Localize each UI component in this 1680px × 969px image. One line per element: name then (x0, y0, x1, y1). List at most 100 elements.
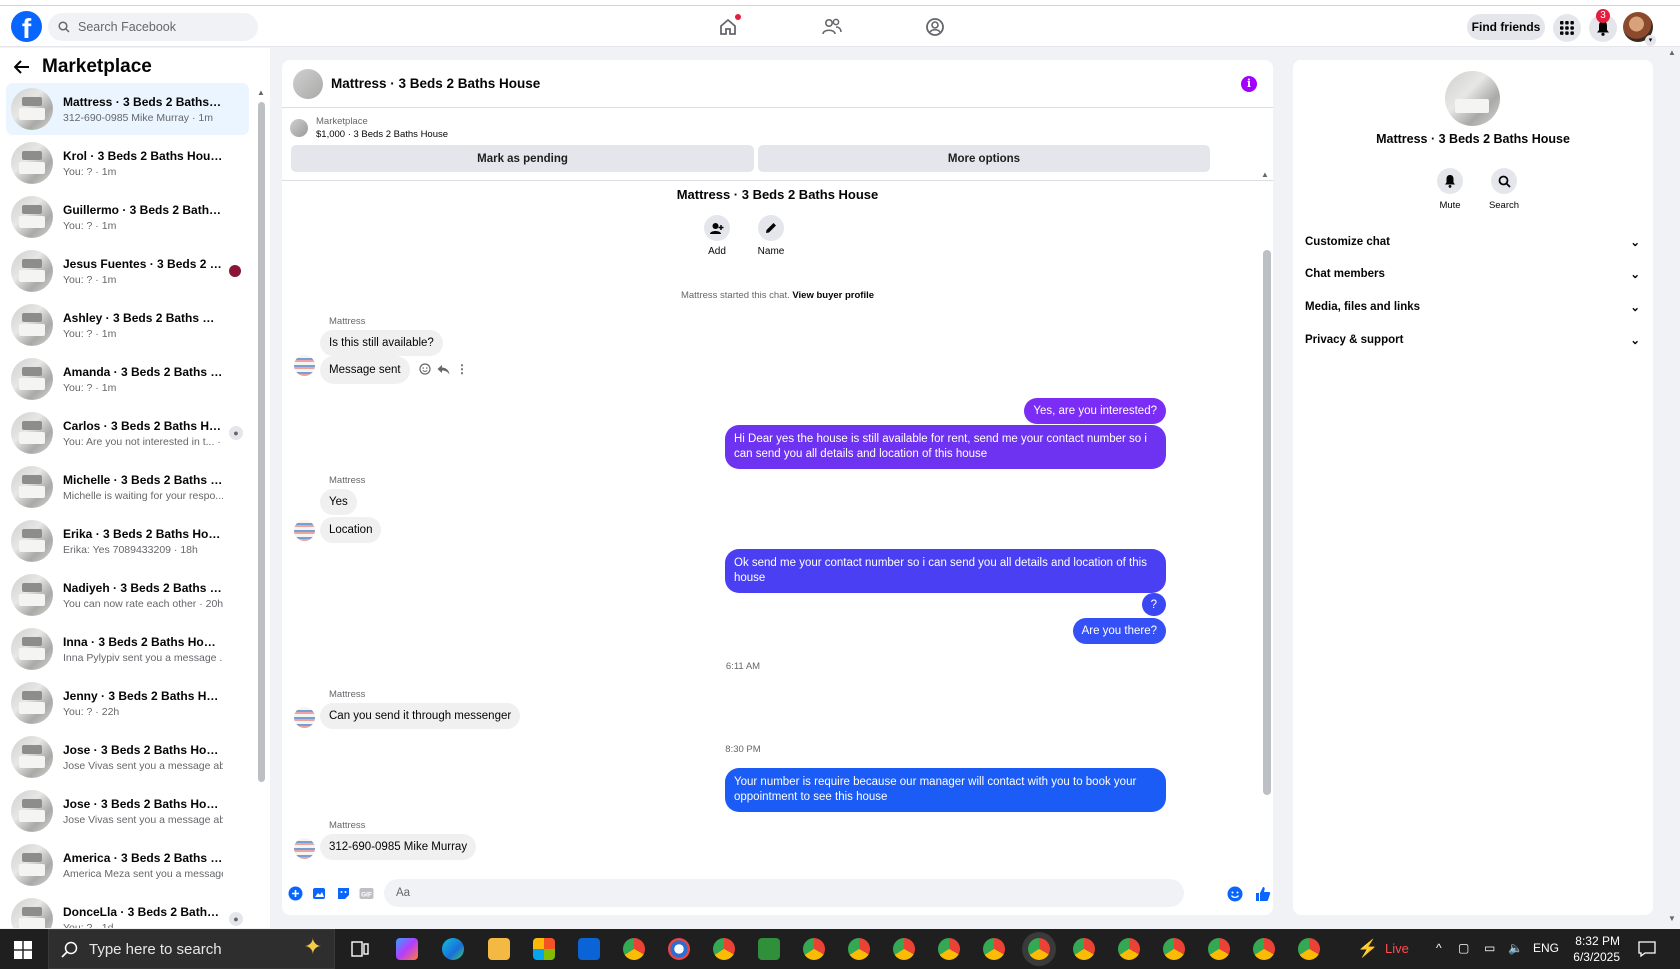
microsoft-store-icon[interactable] (533, 938, 555, 960)
sender-avatar[interactable] (294, 355, 315, 376)
facebook-logo-icon[interactable]: f (11, 11, 42, 42)
taskbar-search-box[interactable]: Type here to search ✦ (48, 929, 335, 969)
gallery-icon[interactable] (312, 886, 327, 901)
chrome-profile-icon[interactable] (1298, 938, 1320, 960)
live-label[interactable]: Live (1385, 941, 1409, 956)
thread-item[interactable]: Carlos · 3 Beds 2 Baths House You: Are yo… (6, 407, 249, 459)
reply-icon[interactable] (437, 364, 450, 375)
marketplace-listing-row[interactable]: Marketplace $1,000 · 3 Beds 2 Baths Hous… (290, 115, 448, 141)
thread-item[interactable]: DonceLla · 3 Beds 2 Baths Ho... You: ? · … (6, 893, 249, 928)
more-actions-icon[interactable]: ⋮ (456, 362, 468, 376)
network-icon[interactable]: ▭ (1484, 941, 1495, 955)
menu-grid-icon[interactable] (1553, 14, 1581, 42)
thread-item[interactable]: Inna · 3 Beds 2 Baths House Inna Pylypiv … (6, 623, 249, 675)
chrome-profile-icon[interactable] (1208, 938, 1230, 960)
chrome-profile-icon[interactable] (1073, 938, 1095, 960)
thread-item[interactable]: Jenny · 3 Beds 2 Baths House You: ? · 22h (6, 677, 249, 729)
sidebar-scroll-thumb[interactable] (258, 102, 265, 782)
language-indicator[interactable]: ENG (1533, 941, 1559, 955)
show-hidden-icons-chevron-icon[interactable]: ^ (1436, 941, 1442, 955)
info-icon[interactable]: i (1241, 76, 1257, 92)
thread-item[interactable]: Guillermo · 3 Beds 2 Baths House You: ? ·… (6, 191, 249, 243)
file-explorer-icon[interactable] (488, 938, 510, 960)
sidebar-scrollbar[interactable]: ▲ ▼ (256, 88, 266, 928)
like-thumbs-up-icon[interactable] (1255, 886, 1271, 902)
chrome-profile-icon[interactable] (1163, 938, 1185, 960)
more-options-button[interactable]: More options (758, 145, 1210, 172)
chrome-profile-icon[interactable] (893, 938, 915, 960)
chat-members-row[interactable]: Chat members ⌄ (1305, 264, 1640, 284)
account-caret-icon[interactable]: ▾ (1645, 35, 1656, 46)
conversation-avatar[interactable] (1445, 71, 1500, 126)
incoming-message[interactable]: Is this still available? (320, 330, 443, 356)
customize-chat-row[interactable]: Customize chat ⌄ (1305, 232, 1640, 252)
home-icon[interactable] (715, 14, 741, 40)
chrome-profile-icon[interactable] (848, 938, 870, 960)
mark-as-pending-button[interactable]: Mark as pending (291, 145, 754, 172)
thread-item[interactable]: Jesus Fuentes · 3 Beds 2 Bath... You: ? ·… (6, 245, 249, 297)
live-weather-icon[interactable]: ⚡ (1357, 939, 1378, 959)
incoming-message[interactable]: Yes (320, 489, 357, 515)
spreadsheet-app-icon[interactable] (758, 938, 780, 960)
chat-scroll-thumb[interactable] (1263, 250, 1271, 795)
chrome-profile-icon[interactable] (713, 938, 735, 960)
sender-avatar[interactable] (294, 520, 315, 541)
privacy-support-row[interactable]: Privacy & support ⌄ (1305, 330, 1640, 350)
media-files-links-row[interactable]: Media, files and links ⌄ (1305, 297, 1640, 317)
outgoing-message[interactable]: Are you there? (1072, 618, 1166, 644)
view-buyer-profile-link[interactable]: View buyer profile (792, 290, 874, 301)
chat-avatar[interactable] (293, 68, 323, 99)
scroll-up-arrow-icon[interactable]: ▲ (1668, 48, 1676, 57)
thread-item[interactable]: Amanda · 3 Beds 2 Baths House You: ? · 1m (6, 353, 249, 405)
chrome-profile-icon[interactable] (983, 938, 1005, 960)
outgoing-message[interactable]: Ok send me your contact number so i can … (725, 549, 1166, 593)
scroll-up-arrow-icon[interactable]: ▲ (1261, 170, 1269, 179)
chrome-profile-active-icon[interactable] (1028, 938, 1050, 960)
thread-item[interactable]: Ashley · 3 Beds 2 Baths House You: ? · 1m (6, 299, 249, 351)
gif-icon[interactable]: GIF (359, 886, 374, 901)
mute-button[interactable]: Mute (1430, 168, 1470, 211)
outgoing-message[interactable]: Hi Dear yes the house is still available… (725, 425, 1166, 469)
chrome-icon[interactable] (623, 938, 645, 960)
thread-item[interactable]: Krol · 3 Beds 2 Baths House You: ? · 1m (6, 137, 249, 189)
incoming-message[interactable]: Can you send it through messenger (320, 703, 521, 729)
plus-icon[interactable] (288, 886, 303, 901)
device-icon[interactable]: ▢ (1458, 941, 1469, 955)
react-emoji-icon[interactable] (419, 363, 431, 375)
page-scrollbar[interactable]: ▲ ▼ (1667, 48, 1680, 928)
outgoing-message[interactable]: ? (1141, 593, 1166, 616)
thread-item[interactable]: Jose · 3 Beds 2 Baths House Jose Vivas se… (6, 785, 249, 837)
windows-start-icon[interactable] (14, 941, 32, 959)
notification-center-icon[interactable] (1638, 940, 1656, 958)
add-people-button[interactable]: Add (697, 215, 737, 257)
profile-circle-icon[interactable] (922, 14, 948, 40)
message-input[interactable]: Aa (384, 879, 1184, 907)
search-facebook-input[interactable]: Search Facebook (48, 13, 258, 41)
task-view-icon[interactable] (351, 941, 369, 957)
back-arrow-icon[interactable] (14, 60, 30, 74)
chrome-profile-icon[interactable] (803, 938, 825, 960)
incoming-message[interactable]: 312-690-0985 Mike Murray (320, 834, 477, 860)
emoji-icon[interactable] (1227, 886, 1243, 902)
scroll-up-arrow-icon[interactable]: ▲ (257, 88, 265, 97)
copilot-icon[interactable] (396, 938, 418, 960)
sender-avatar[interactable] (294, 838, 315, 859)
find-friends-button[interactable]: Find friends (1467, 14, 1545, 40)
chrome-profile-icon[interactable] (1253, 938, 1275, 960)
app-icon[interactable] (668, 938, 690, 960)
thread-item[interactable]: Mattress · 3 Beds 2 Baths House 312-690-0… (6, 83, 249, 135)
incoming-message[interactable]: Location (320, 517, 382, 543)
thread-item[interactable]: Jose · 3 Beds 2 Baths House Jose Vivas se… (6, 731, 249, 783)
outlook-icon[interactable] (578, 938, 600, 960)
chat-scrollbar[interactable]: ▲ ▼ (1260, 170, 1272, 915)
scroll-down-arrow-icon[interactable]: ▼ (1668, 914, 1676, 923)
thread-item[interactable]: Nadiyeh · 3 Beds 2 Baths House You can no… (6, 569, 249, 621)
thread-item[interactable]: Erika · 3 Beds 2 Baths House Erika: Yes 7… (6, 515, 249, 567)
outgoing-message[interactable]: Your number is require because our manag… (725, 768, 1166, 812)
thread-item[interactable]: America · 3 Beds 2 Baths House America Me… (6, 839, 249, 891)
incoming-message[interactable]: Message sent (320, 356, 410, 384)
friends-icon[interactable] (819, 14, 845, 40)
sender-avatar[interactable] (294, 707, 315, 728)
sticker-icon[interactable] (336, 886, 351, 901)
chrome-profile-icon[interactable] (1118, 938, 1140, 960)
